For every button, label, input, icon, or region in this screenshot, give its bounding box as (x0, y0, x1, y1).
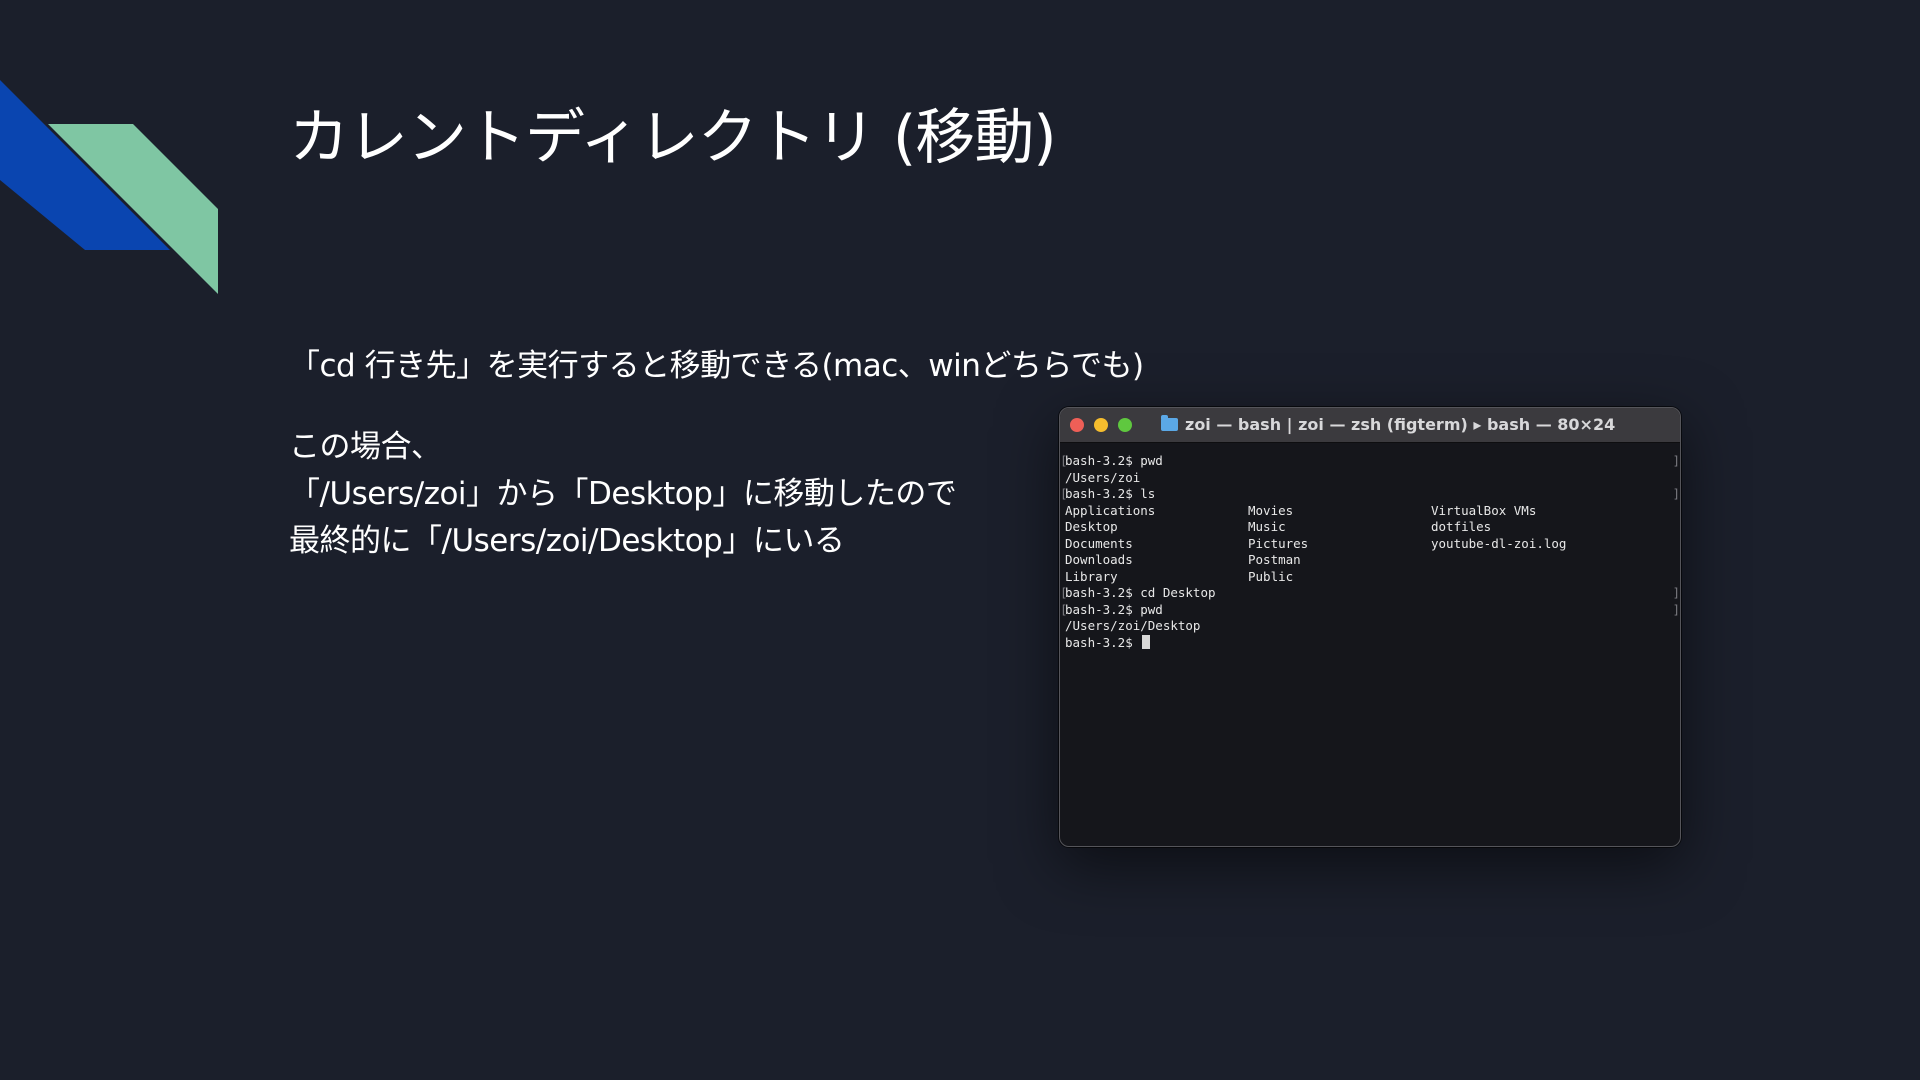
ls-output-row: Applications Movies VirtualBox VMs (1065, 502, 1537, 518)
ls-output-row: Library Public (1065, 568, 1294, 584)
terminal-line: [bash-3.2$ cd Desktop] (1060, 585, 1680, 600)
ls-output-row: Desktop Music dotfiles (1065, 519, 1492, 534)
terminal-line: /Users/zoi/Desktop (1065, 618, 1201, 633)
folder-icon (1161, 415, 1178, 431)
explanation-paragraph: この場合、 「/Users/zoi」から「Desktop」に移動したので 最終的… (289, 424, 957, 565)
terminal-prompt-line: bash-3.2$ (1060, 634, 1680, 651)
terminal-titlebar: zoi — bash | zoi — zsh (figterm) ▸ bash … (1060, 408, 1680, 443)
terminal-window-title: zoi — bash | zoi — zsh (figterm) ▸ bash … (1185, 415, 1616, 434)
ls-output-row: Downloads Postman (1065, 552, 1301, 567)
terminal-line: /Users/zoi (1065, 469, 1141, 485)
explanation-line-3: 最終的に「/Users/zoi/Desktop」にいる (289, 523, 845, 559)
slide: カレントディレクトリ (移動) 「cd 行き先」を実行すると移動できる(mac、… (0, 0, 1920, 1080)
slide-title: カレントディレクトリ (移動) (289, 103, 1057, 173)
zoom-icon (1118, 418, 1132, 432)
terminal-line: [bash-3.2$ pwd] (1060, 453, 1680, 468)
terminal-output: [bash-3.2$ pwd] /Users/zoi [bash-3.2$ ls… (1060, 443, 1680, 846)
ls-output-row: Documents Pictures youtube-dl-zoi.log (1065, 535, 1567, 551)
close-icon (1070, 418, 1084, 432)
terminal-line: [bash-3.2$ ls] (1060, 486, 1680, 501)
terminal-window-screenshot: zoi — bash | zoi — zsh (figterm) ▸ bash … (1059, 407, 1681, 847)
corner-decoration (0, 80, 218, 294)
terminal-line: [bash-3.2$ pwd] (1060, 601, 1680, 617)
minimize-icon (1094, 418, 1108, 432)
cd-description: 「cd 行き先」を実行すると移動できる(mac、winどちらでも) (289, 348, 1144, 384)
terminal-cursor (1142, 634, 1151, 649)
explanation-line-2: 「/Users/zoi」から「Desktop」に移動したので (289, 476, 957, 512)
explanation-line-1: この場合、 (289, 429, 442, 465)
